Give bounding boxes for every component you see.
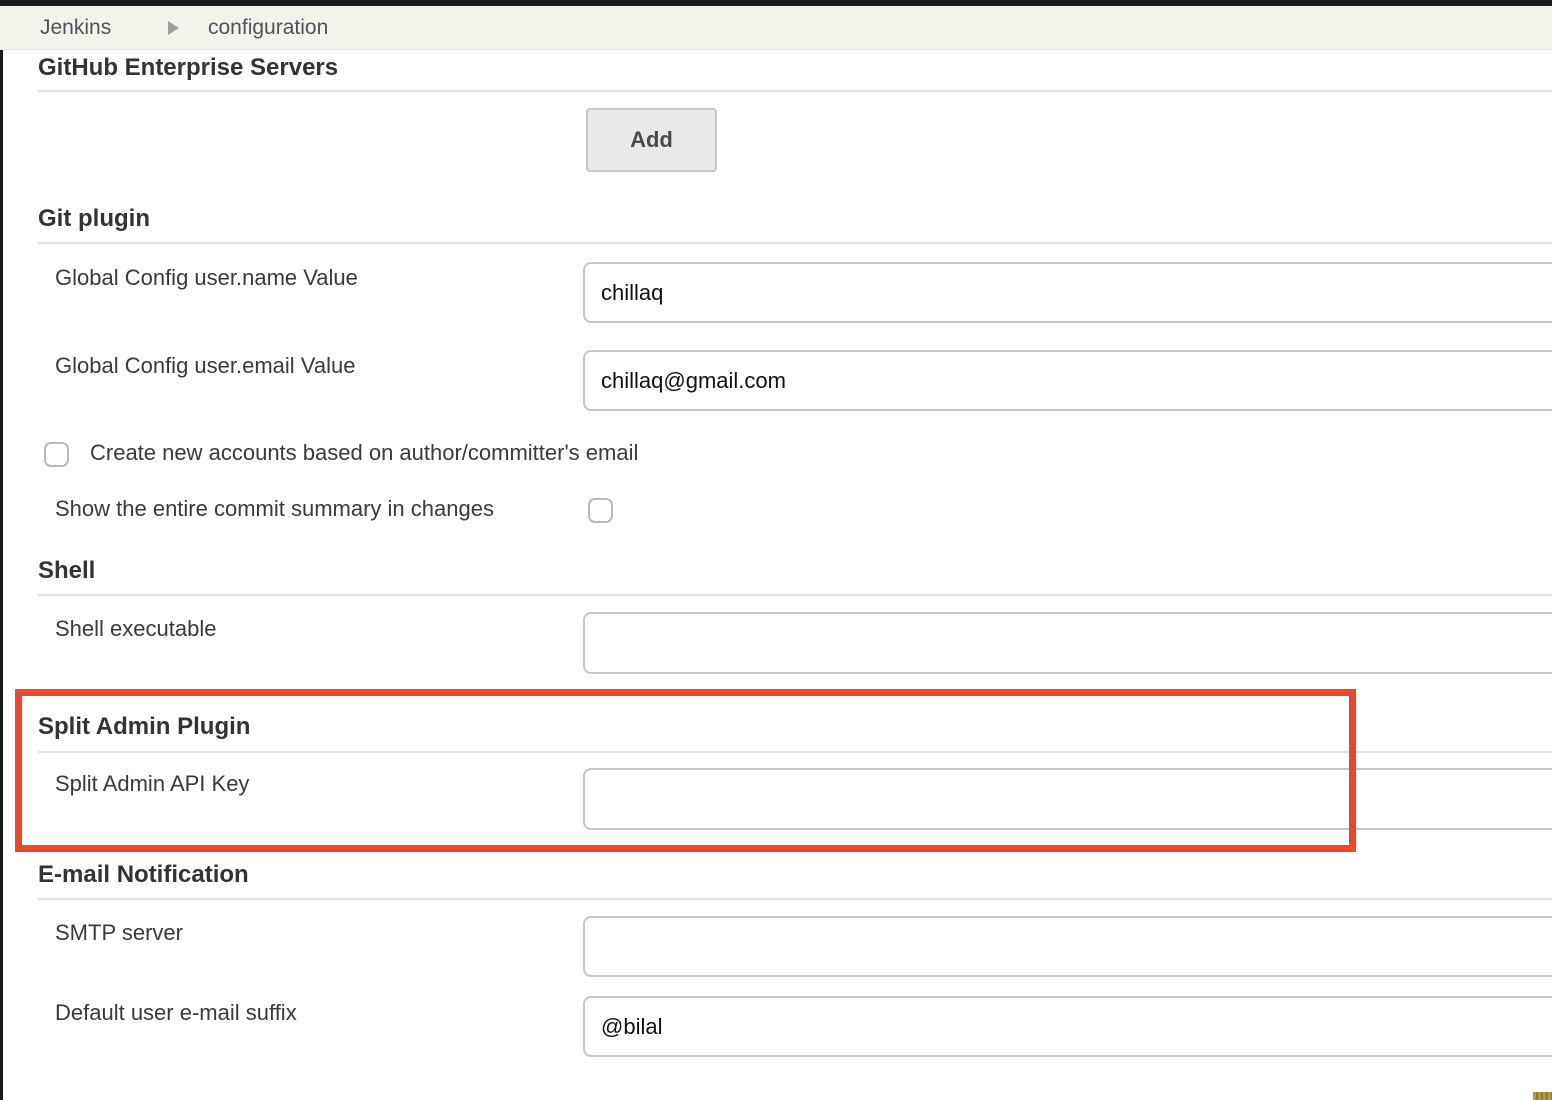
global-config-useremail-input[interactable] [583, 350, 1552, 411]
create-accounts-label: Create new accounts based on author/comm… [90, 440, 638, 466]
smtp-server-input[interactable] [583, 916, 1552, 977]
section-rule [38, 898, 1552, 900]
section-rule [38, 242, 1552, 244]
breadcrumb-arrow-icon [168, 21, 179, 35]
section-rule [38, 594, 1552, 596]
shell-executable-label: Shell executable [55, 616, 216, 642]
section-title-github-enterprise-servers: GitHub Enterprise Servers [38, 54, 338, 82]
add-github-server-button[interactable]: Add [586, 108, 717, 172]
section-title-split-admin-plugin: Split Admin Plugin [38, 713, 250, 741]
jenkins-configuration-page: { "breadcrumb": { "root": "Jenkins", "cu… [0, 0, 1552, 1100]
shell-executable-input[interactable] [583, 612, 1552, 674]
global-config-useremail-label: Global Config user.email Value [55, 353, 355, 379]
section-title-shell: Shell [38, 557, 95, 585]
global-config-username-label: Global Config user.name Value [55, 265, 358, 291]
section-title-email-notification: E-mail Notification [38, 861, 249, 889]
breadcrumb-jenkins-link[interactable]: Jenkins [40, 6, 111, 50]
split-admin-api-key-label: Split Admin API Key [55, 771, 249, 797]
section-title-git-plugin: Git plugin [38, 205, 150, 233]
create-accounts-checkbox[interactable] [44, 442, 69, 467]
breadcrumb-configuration-link[interactable]: configuration [208, 6, 328, 50]
global-config-username-input[interactable] [583, 262, 1552, 323]
default-email-suffix-label: Default user e-mail suffix [55, 1000, 297, 1026]
show-commit-summary-checkbox[interactable] [588, 498, 613, 523]
section-rule [38, 751, 1552, 753]
default-email-suffix-input[interactable] [583, 996, 1552, 1057]
window-left-edge [0, 6, 3, 1100]
split-admin-api-key-input[interactable] [583, 768, 1552, 830]
breadcrumb: Jenkins configuration [0, 6, 1552, 50]
show-commit-summary-label: Show the entire commit summary in change… [55, 496, 494, 522]
warning-icon-partial [1533, 1092, 1552, 1100]
smtp-server-label: SMTP server [55, 920, 183, 946]
section-rule [38, 90, 1552, 92]
